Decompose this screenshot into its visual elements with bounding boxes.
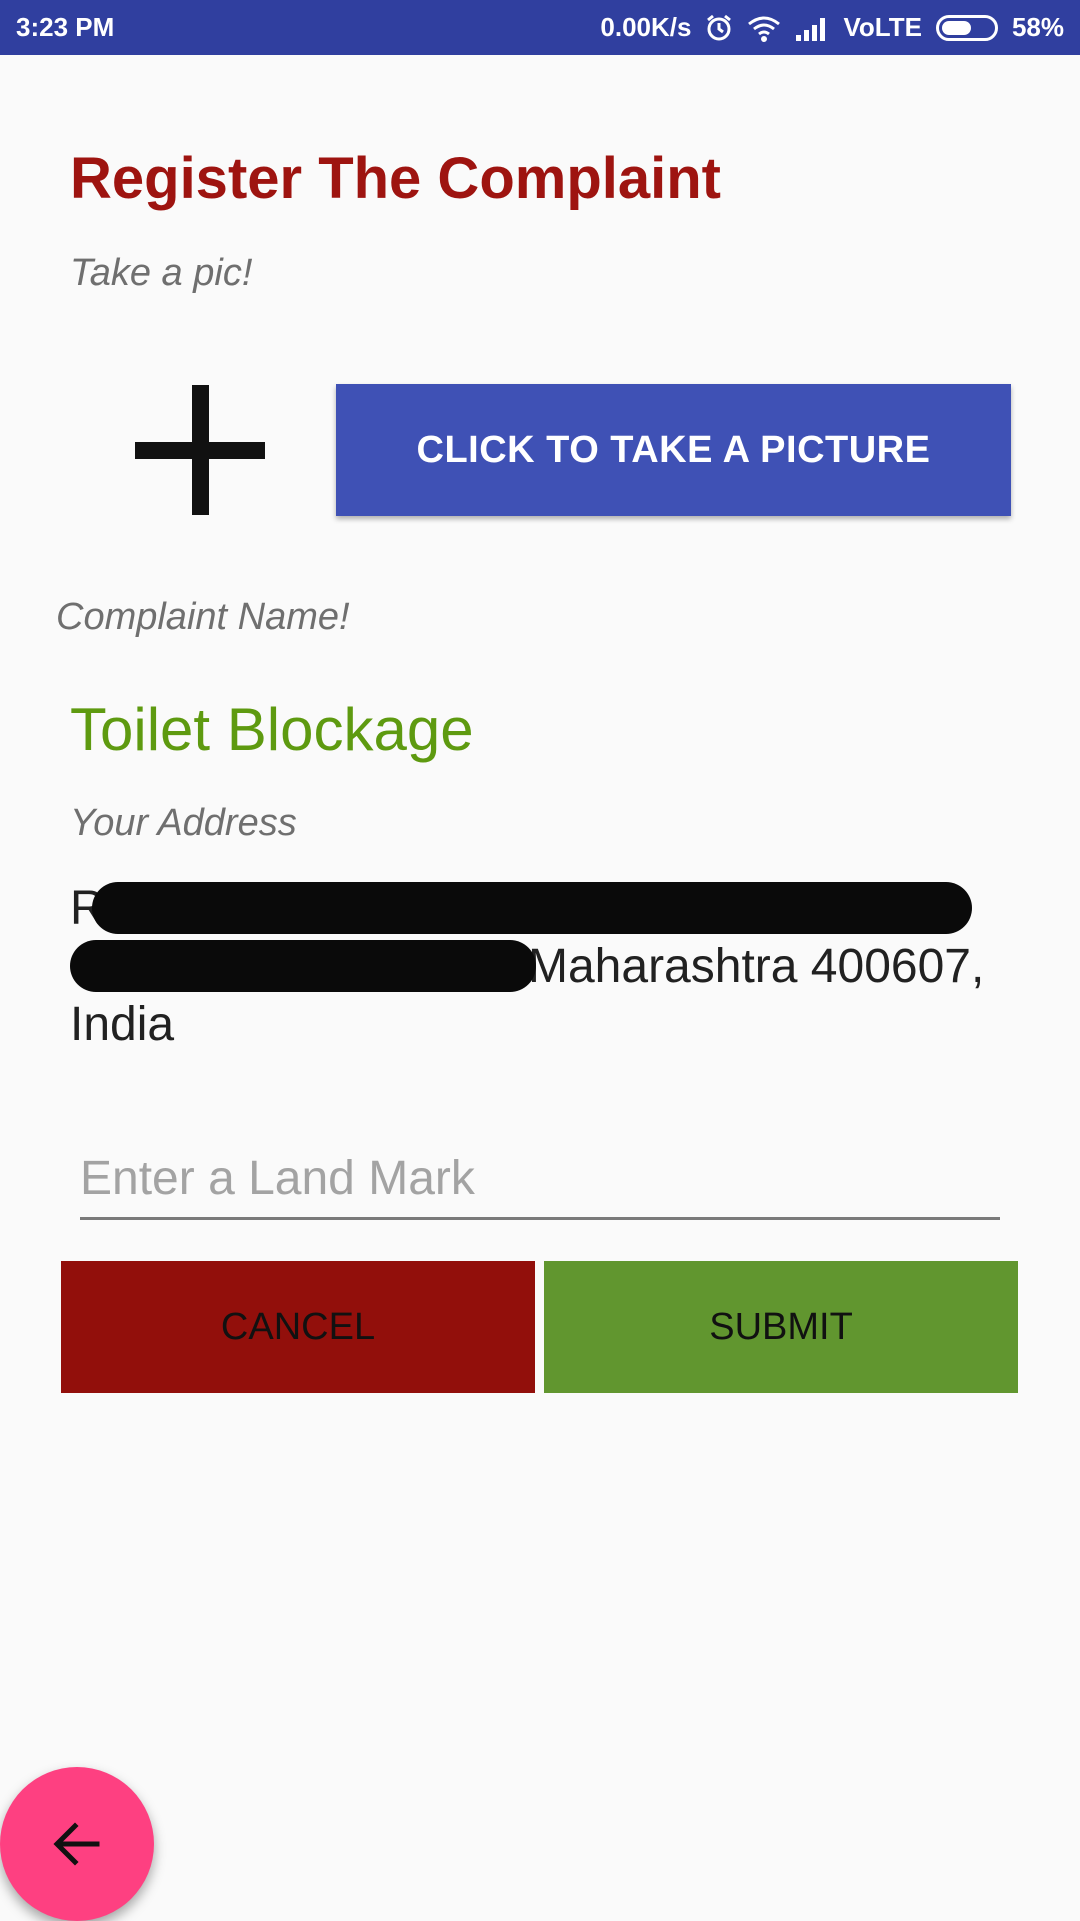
network-type: VoLTE — [843, 12, 922, 42]
submit-button[interactable]: SUBMIT — [544, 1261, 1018, 1393]
complaint-name-value: Toilet Blockage — [70, 696, 474, 763]
plus-icon[interactable] — [135, 385, 270, 520]
status-time: 3:23 PM — [16, 12, 115, 42]
battery-percent: 58% — [1011, 12, 1064, 42]
take-pic-caption: Take a pic! — [70, 252, 253, 294]
status-bar: 3:23 PM 0.00K/s VoLTE 58% — [0, 0, 1080, 55]
redaction-mark-1 — [92, 882, 972, 934]
battery-icon — [935, 14, 998, 41]
arrow-left-icon — [53, 1822, 100, 1866]
back-button[interactable] — [0, 1767, 154, 1921]
wifi-icon — [748, 16, 781, 42]
alarm-icon — [707, 14, 732, 40]
cancel-button[interactable]: CANCEL — [61, 1261, 535, 1393]
network-speed: 0.00K/s — [600, 12, 692, 42]
signal-icon — [796, 17, 826, 41]
complaint-name-caption: Complaint Name! — [56, 596, 350, 638]
take-picture-button[interactable]: CLICK TO TAKE A PICTURE — [336, 384, 1011, 516]
address-line-3: India — [70, 998, 175, 1051]
status-indicators: 0.00K/s VoLTE 58% — [600, 12, 1064, 43]
battery-fill — [941, 20, 971, 35]
page-title: Register The Complaint — [70, 146, 721, 211]
landmark-input[interactable] — [80, 1140, 1000, 1217]
landmark-field[interactable] — [80, 1140, 1000, 1220]
redaction-mark-2 — [70, 940, 536, 992]
address-caption: Your Address — [70, 802, 297, 844]
